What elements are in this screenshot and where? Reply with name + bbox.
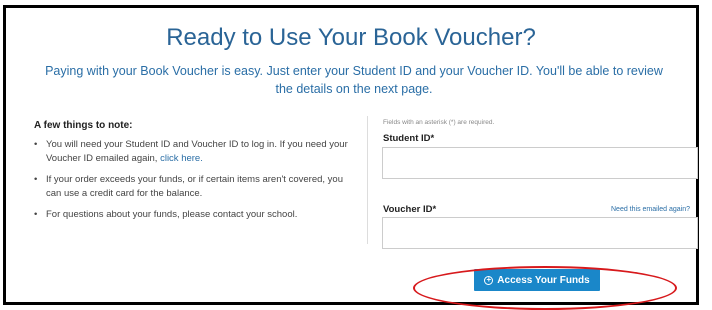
- click-here-link[interactable]: click here.: [160, 153, 203, 164]
- student-id-input[interactable]: [382, 147, 698, 179]
- page-frame: Ready to Use Your Book Voucher? Paying w…: [3, 5, 699, 305]
- bullet-icon: •: [34, 209, 38, 220]
- column-divider: [367, 116, 368, 244]
- page-subtitle: Paying with your Book Voucher is easy. J…: [45, 64, 663, 96]
- plus-circle-icon: +: [484, 275, 494, 285]
- list-item: • You will need your Student ID and Vouc…: [34, 138, 354, 166]
- page-title: Ready to Use Your Book Voucher?: [166, 24, 536, 51]
- bullet-icon: •: [34, 174, 38, 185]
- voucher-email-again-link[interactable]: Need this emailed again?: [611, 206, 690, 213]
- notes-heading: A few things to note:: [34, 120, 133, 131]
- access-funds-label: Access Your Funds: [497, 274, 590, 286]
- voucher-id-input[interactable]: [382, 217, 698, 249]
- access-funds-button[interactable]: + Access Your Funds: [474, 269, 600, 291]
- voucher-id-label: Voucher ID*: [383, 204, 437, 215]
- note-text: If your order exceeds your funds, or if …: [46, 174, 343, 199]
- notes-list: • You will need your Student ID and Vouc…: [34, 138, 354, 229]
- list-item: • If your order exceeds your funds, or i…: [34, 173, 354, 201]
- note-text: For questions about your funds, please c…: [46, 209, 298, 220]
- bullet-icon: •: [34, 139, 38, 150]
- student-id-label: Student ID*: [383, 133, 435, 144]
- list-item: • For questions about your funds, please…: [34, 208, 354, 222]
- required-fields-note: Fields with an asterisk (*) are required…: [383, 119, 495, 126]
